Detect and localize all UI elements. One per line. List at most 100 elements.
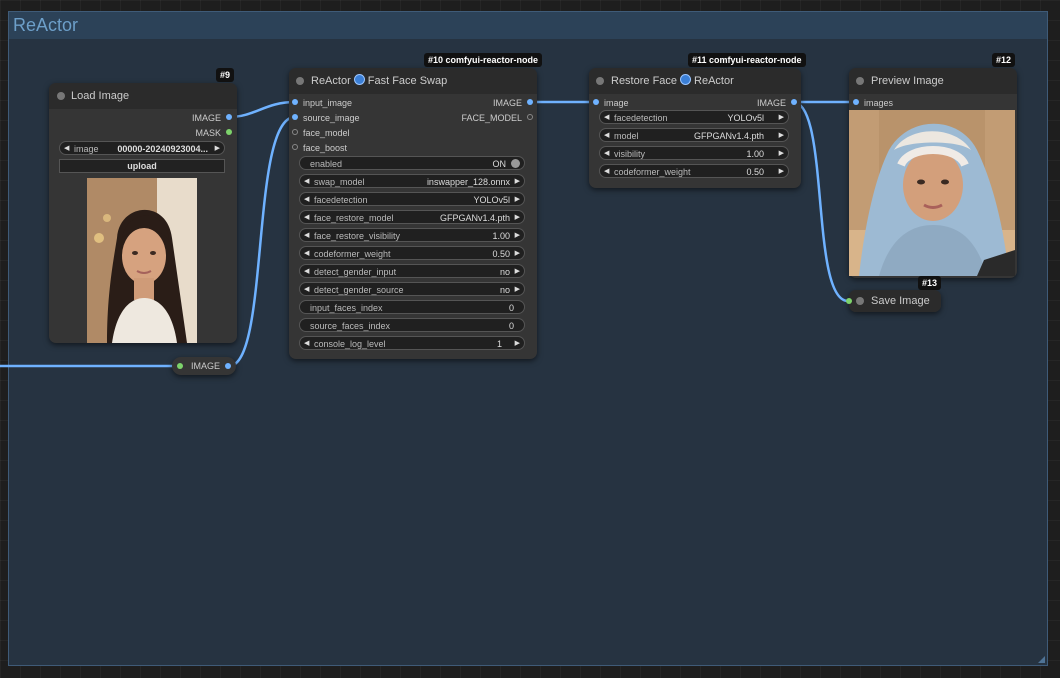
- preview-title-bar[interactable]: Preview Image: [849, 68, 1017, 94]
- reroute-input-dot[interactable]: [177, 363, 183, 369]
- face-model-dot[interactable]: [292, 129, 298, 135]
- arrow-left-icon[interactable]: ◀: [304, 175, 309, 189]
- widget-source-faces-index[interactable]: source_faces_index 0: [299, 318, 525, 332]
- arrow-right-icon[interactable]: ▶: [779, 165, 784, 179]
- output-face-model: FACE_MODEL: [461, 113, 522, 123]
- fast-swap-title-bar[interactable]: ReActor Fast Face Swap: [289, 68, 537, 94]
- arrow-left-icon[interactable]: ◀: [604, 147, 609, 161]
- restore-face-title-bar[interactable]: Restore Face ReActor: [589, 68, 801, 94]
- group-resize-handle[interactable]: [1038, 656, 1045, 663]
- save-title: Save Image: [871, 295, 930, 307]
- input-images: images: [864, 98, 894, 108]
- input-input-image: input_image: [303, 98, 353, 108]
- output-image: IMAGE: [492, 98, 522, 108]
- output-image: IMAGE: [191, 113, 221, 123]
- restore-face-node[interactable]: Restore Face ReActor image IMAGE ◀ facede…: [589, 68, 801, 188]
- arrow-left-icon[interactable]: ◀: [304, 265, 309, 279]
- widget-enabled[interactable]: enabled ON: [299, 156, 525, 170]
- output-image-dot[interactable]: [226, 114, 232, 120]
- widget-input-faces-index[interactable]: input_faces_index 0: [299, 300, 525, 314]
- arrow-right-icon[interactable]: ▶: [515, 337, 520, 351]
- arrow-right-icon[interactable]: ▶: [215, 142, 220, 156]
- arrow-left-icon[interactable]: ◀: [304, 193, 309, 207]
- widget-visibility[interactable]: ◀ visibility 1.00 ▶: [599, 146, 789, 160]
- save-title-bar[interactable]: Save Image: [849, 290, 941, 312]
- loaded-image-preview: [87, 178, 197, 343]
- restore-face-badge: #11 comfyui-reactor-node: [688, 53, 806, 67]
- widget-face-restore-model[interactable]: ◀ face_restore_model GFPGANv1.4.pth ▶: [299, 210, 525, 224]
- image-select-widget[interactable]: ◀ image 00000-20240923004... ▶: [59, 141, 225, 155]
- arrow-right-icon[interactable]: ▶: [515, 247, 520, 261]
- arrow-left-icon[interactable]: ◀: [64, 142, 69, 156]
- save-badge: #13: [918, 276, 942, 290]
- widget-facedetection[interactable]: ◀ facedetection YOLOv5l ▶: [599, 110, 789, 124]
- widget-model[interactable]: ◀ model GFPGANv1.4.pth ▶: [599, 128, 789, 142]
- load-image-title-bar[interactable]: Load Image: [49, 83, 237, 109]
- input-images-dot[interactable]: [853, 99, 859, 105]
- fast-face-swap-node[interactable]: ReActor Fast Face Swap input_image source…: [289, 68, 537, 359]
- widget-face-restore-visibility[interactable]: ◀ face_restore_visibility 1.00 ▶: [299, 228, 525, 242]
- portrait-woman-illustration: [87, 178, 197, 343]
- arrow-left-icon[interactable]: ◀: [604, 165, 609, 179]
- arrow-right-icon[interactable]: ▶: [515, 283, 520, 297]
- output-mask: MASK: [195, 128, 221, 138]
- load-image-badge: #9: [216, 68, 235, 82]
- arrow-right-icon[interactable]: ▶: [515, 265, 520, 279]
- fast-swap-title-right: Fast Face Swap: [367, 75, 448, 87]
- group-title[interactable]: ReActor: [9, 12, 1047, 39]
- arrow-right-icon[interactable]: ▶: [779, 111, 784, 125]
- reroute-node[interactable]: IMAGE: [172, 357, 236, 375]
- input-image-dot[interactable]: [292, 99, 298, 105]
- reactor-logo-icon: [353, 74, 365, 85]
- arrow-right-icon[interactable]: ▶: [779, 129, 784, 143]
- arrow-right-icon[interactable]: ▶: [515, 229, 520, 243]
- source-image-dot[interactable]: [292, 114, 298, 120]
- arrow-right-icon[interactable]: ▶: [515, 211, 520, 225]
- input-face-model: face_model: [303, 128, 350, 138]
- save-image-node[interactable]: Save Image: [846, 290, 941, 312]
- preview-image-node[interactable]: Preview Image images: [849, 68, 1017, 278]
- arrow-left-icon[interactable]: ◀: [304, 247, 309, 261]
- face-boost-dot[interactable]: [292, 144, 298, 150]
- input-image-dot[interactable]: [593, 99, 599, 105]
- arrow-right-icon[interactable]: ▶: [779, 147, 784, 161]
- widget-detect-gender-source[interactable]: ◀ detect_gender_source no ▶: [299, 282, 525, 296]
- load-image-title: Load Image: [71, 90, 130, 102]
- reactor-logo-icon: [680, 74, 692, 85]
- reroute-label: IMAGE: [191, 361, 221, 371]
- reroute-output-dot[interactable]: [225, 363, 231, 369]
- arrow-left-icon[interactable]: ◀: [304, 211, 309, 225]
- widget-codeformer-weight[interactable]: ◀ codeformer_weight 0.50 ▶: [599, 164, 789, 178]
- widget-codeformer-weight[interactable]: ◀ codeformer_weight 0.50 ▶: [299, 246, 525, 260]
- restore-face-title-right: ReActor: [694, 75, 734, 87]
- arrow-left-icon[interactable]: ◀: [604, 111, 609, 125]
- collapse-dot[interactable]: [296, 77, 304, 85]
- upload-button[interactable]: upload: [59, 159, 225, 173]
- fast-swap-title-left: ReActor: [311, 75, 351, 87]
- output-image-dot[interactable]: [791, 99, 797, 105]
- arrow-left-icon[interactable]: ◀: [604, 129, 609, 143]
- load-image-node[interactable]: Load Image IMAGE MASK ◀ image 00000-2024…: [49, 83, 237, 343]
- toggle-knob[interactable]: [511, 159, 520, 168]
- output-face-model-dot[interactable]: [527, 114, 533, 120]
- arrow-left-icon[interactable]: ◀: [304, 283, 309, 297]
- widget-detect-gender-input[interactable]: ◀ detect_gender_input no ▶: [299, 264, 525, 278]
- preview-result-image: [849, 110, 1015, 276]
- arrow-right-icon[interactable]: ▶: [515, 193, 520, 207]
- preview-badge: #12: [992, 53, 1016, 67]
- arrow-right-icon[interactable]: ▶: [515, 175, 520, 189]
- input-source-image: source_image: [303, 113, 360, 123]
- output-mask-dot[interactable]: [226, 129, 232, 135]
- arrow-left-icon[interactable]: ◀: [304, 229, 309, 243]
- widget-swap-model[interactable]: ◀ swap_model inswapper_128.onnx ▶: [299, 174, 525, 188]
- widget-facedetection[interactable]: ◀ facedetection YOLOv5l ▶: [299, 192, 525, 206]
- collapse-dot[interactable]: [856, 77, 864, 85]
- collapse-dot[interactable]: [57, 92, 65, 100]
- widget-console-log-level[interactable]: ◀ console_log_level 1 ▶: [299, 336, 525, 350]
- collapse-dot[interactable]: [596, 77, 604, 85]
- arrow-left-icon[interactable]: ◀: [304, 337, 309, 351]
- collapse-dot[interactable]: [856, 297, 864, 305]
- input-face-boost: face_boost: [303, 143, 348, 153]
- output-image-dot[interactable]: [527, 99, 533, 105]
- save-input-dot[interactable]: [846, 298, 852, 304]
